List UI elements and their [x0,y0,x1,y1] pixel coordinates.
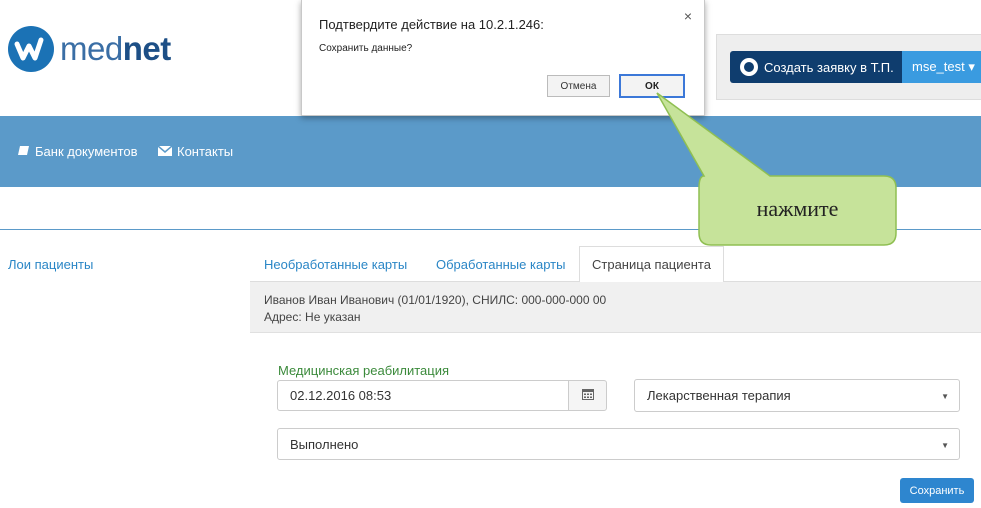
mednet-logo[interactable]: mednet [8,26,171,72]
logo-text: mednet [60,30,171,67]
patient-info-line: Иванов Иван Иванович (01/01/1920), СНИЛС… [264,293,607,307]
tab-processed-cards[interactable]: Обработанные карты [424,246,577,282]
status-select[interactable]: Выполнено ▼ [277,428,960,460]
create-ticket-button[interactable]: Создать заявку в Т.П. [730,51,902,83]
calendar-button[interactable] [568,380,607,411]
user-menu-button[interactable]: mse_test ▾ [902,51,981,83]
user-menu-label: mse_test ▾ [912,59,975,74]
logo-mark-icon [8,26,54,72]
dialog-cancel-button[interactable]: Отмена [547,75,610,97]
dialog-message: Сохранить данные? [319,43,413,54]
status-select-value: Выполнено [290,437,359,452]
nav-item-documents-label: Банк документов [35,144,138,159]
confirm-dialog: Подтвердите действие на 10.2.1.246: Сохр… [301,0,705,116]
page: mednet Создать заявку в Т.П. mse_test ▾ … [0,0,981,508]
book-icon [18,144,30,159]
calendar-icon [581,387,594,405]
tab-unprocessed-cards[interactable]: Необработанные карты [252,246,419,282]
callout-text: нажмите [756,196,839,221]
chevron-down-icon: ▼ [941,392,949,401]
section-label-rehab: Медицинская реабилитация [278,363,450,378]
dialog-title: Подтвердите действие на 10.2.1.246: [319,17,544,32]
lifebuoy-icon [740,58,758,76]
patient-address-line: Адрес: Не указан [264,310,361,324]
close-icon[interactable]: × [684,8,692,24]
nav-item-contacts-label: Контакты [177,144,234,159]
chevron-down-icon: ▼ [941,441,949,450]
therapy-select-value: Лекарственная терапия [647,388,791,403]
patient-info-panel: Иванов Иван Иванович (01/01/1920), СНИЛС… [250,282,981,333]
patient-tabs: Необработанные карты Обработанные карты … [250,246,981,283]
nav-item-contacts[interactable]: Контакты [157,144,234,159]
tab-patient-page[interactable]: Страница пациента [579,246,724,283]
date-input[interactable]: 02.12.2016 08:53 [277,380,569,411]
nav-item-documents[interactable]: Банк документов [18,144,138,159]
envelope-icon [157,144,173,159]
create-ticket-label: Создать заявку в Т.П. [764,59,894,75]
sidebar-item-my-patients[interactable]: Лои пациенты [8,257,93,272]
save-button[interactable]: Сохранить [900,478,974,503]
dialog-ok-button[interactable]: ОК [619,74,685,98]
therapy-select[interactable]: Лекарственная терапия ▼ [634,379,960,412]
